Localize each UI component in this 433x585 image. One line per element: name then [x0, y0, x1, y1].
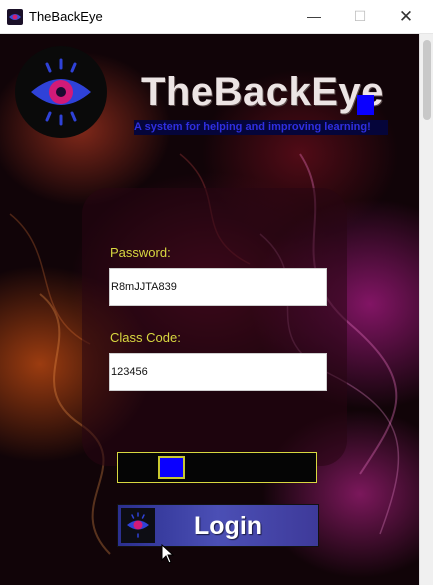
app-name-heading: TheBackEye: [141, 70, 384, 114]
password-label: Password:: [110, 245, 171, 260]
minimize-button[interactable]: —: [291, 0, 337, 33]
logo-eye-icon: [15, 46, 107, 138]
login-eye-icon: [121, 508, 155, 543]
tagline: A system for helping and improving learn…: [134, 120, 388, 135]
scrollbar-thumb[interactable]: [423, 40, 431, 120]
password-input[interactable]: [109, 268, 327, 306]
class-code-input[interactable]: [109, 353, 327, 391]
login-card: [82, 188, 347, 466]
login-window: TheBackEye A system for helping and impr…: [0, 34, 419, 585]
class-code-label: Class Code:: [110, 330, 181, 345]
window-title: TheBackEye: [29, 9, 103, 24]
loading-block: [158, 456, 185, 479]
title-bar: TheBackEye — ☐ ✕: [0, 0, 433, 34]
login-button-label: Login: [194, 512, 263, 540]
vertical-scrollbar[interactable]: [419, 34, 433, 585]
app-eye-icon: [7, 9, 23, 25]
login-button[interactable]: Login: [117, 504, 319, 547]
brand-accent-square: [357, 95, 374, 115]
mouse-cursor-icon: [161, 544, 175, 564]
close-button[interactable]: ✕: [383, 0, 429, 33]
maximize-button[interactable]: ☐: [337, 0, 383, 33]
loading-indicator: [117, 452, 317, 483]
